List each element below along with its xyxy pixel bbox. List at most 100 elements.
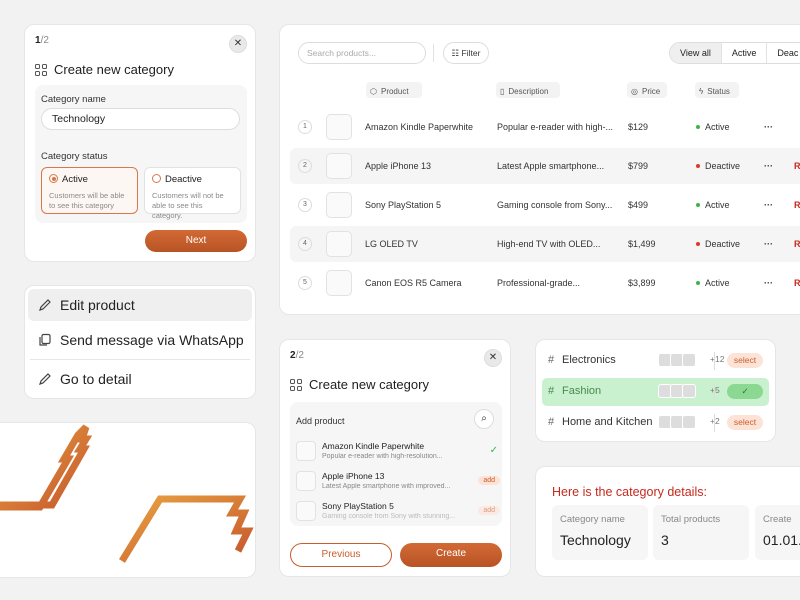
more-actions-icon[interactable]: ··· [764, 148, 773, 184]
status-dot [696, 164, 700, 168]
add-product-panel: Add product ⌕ Amazon Kindle Paperwhite P… [290, 402, 502, 526]
product-name: Amazon Kindle Paperwhite [365, 122, 474, 132]
remove-link[interactable]: Re [794, 226, 800, 262]
category-row-electronics[interactable]: # Electronics +12 select [542, 347, 769, 375]
check-icon: ✓ [489, 445, 498, 456]
detail-created: Create 01.01. [755, 505, 800, 560]
list-item[interactable]: Sony PlayStation 5 Gaming console from S… [296, 498, 502, 526]
more-actions-icon[interactable]: ··· [764, 187, 773, 223]
next-button[interactable]: Next [145, 230, 247, 252]
remove-link[interactable]: Re [794, 265, 800, 301]
radio-icon [152, 174, 161, 183]
form-panel: Category name Technology Category status… [35, 85, 247, 223]
table-row[interactable]: 4 LG OLED TV High-end TV with OLED... $1,49… [290, 226, 800, 262]
decorative-card [0, 422, 256, 578]
product-thumbnails [658, 353, 696, 367]
product-price: $499 [628, 200, 649, 210]
product-price: $1,499 [628, 239, 656, 249]
product-description: Professional-grade... [497, 278, 581, 288]
search-input[interactable]: Search products... [298, 42, 426, 64]
status-badge: Active [696, 265, 730, 301]
add-button[interactable]: add [478, 506, 500, 515]
select-button[interactable]: select [727, 353, 763, 368]
grid-icon [290, 378, 302, 391]
row-number: 4 [298, 237, 312, 251]
product-description: Gaming console from Sony... [497, 200, 613, 210]
close-button[interactable]: ✕ [229, 35, 247, 53]
coins-icon: ◎ [631, 86, 638, 96]
filter-button[interactable]: ☷ Filter [443, 42, 489, 64]
menu-item-edit-product[interactable]: Edit product [28, 289, 252, 321]
create-category-step2-card: 2/2 ✕ Create new category Add product ⌕ … [279, 339, 511, 577]
status-dot [696, 125, 700, 129]
close-button[interactable]: ✕ [484, 349, 502, 367]
dialog-title: Create new category [35, 62, 174, 77]
pencil-icon [39, 299, 51, 311]
status-dot [696, 281, 700, 285]
more-actions-icon[interactable]: ··· [764, 109, 773, 145]
column-header-description-label: ▯ Description [500, 86, 549, 96]
status-dot [696, 203, 700, 207]
product-thumbnails [658, 384, 696, 398]
tab-active[interactable]: Active [720, 43, 767, 63]
hash-icon: # [548, 416, 555, 428]
hash-icon: # [548, 354, 555, 366]
menu-item-send-whatsapp[interactable]: Send message via WhatsApp [28, 324, 252, 356]
hash-icon: # [548, 385, 555, 397]
product-thumbnail [296, 471, 316, 491]
search-icon[interactable]: ⌕ [474, 409, 494, 429]
product-thumbnail [296, 441, 316, 461]
more-actions-icon[interactable]: ··· [764, 226, 773, 262]
more-actions-icon[interactable]: ··· [764, 265, 773, 301]
context-menu: Edit product Send message via WhatsApp G… [24, 285, 256, 399]
selected-check-button[interactable]: ✓ [727, 384, 763, 399]
box-icon: ⬡ [370, 86, 377, 96]
row-number: 5 [298, 276, 312, 290]
product-description: High-end TV with OLED... [497, 239, 601, 249]
category-row-fashion[interactable]: # Fashion +5 ✓ [542, 378, 769, 406]
table-row[interactable]: 2 Apple iPhone 13 Latest Apple smartphone.… [290, 148, 800, 184]
menu-item-go-to-detail[interactable]: Go to detail [28, 363, 252, 395]
status-option-deactive[interactable]: Deactive Customers will not be able to s… [144, 167, 241, 220]
tab-deactive[interactable]: Deac [766, 43, 800, 63]
decorative-lightning-graphic [0, 424, 254, 563]
product-thumbnail [326, 270, 352, 296]
table-row[interactable]: 1 Amazon Kindle Paperwhite Popular e-reade… [290, 109, 800, 145]
table-row[interactable]: 3 Sony PlayStation 5 Gaming console from S… [290, 187, 800, 223]
add-button[interactable]: add [478, 476, 500, 485]
product-thumbnail [296, 501, 316, 521]
view-tabs: View all Active Deac [669, 42, 800, 64]
list-item[interactable]: Apple iPhone 13 Latest Apple smartphone … [296, 468, 502, 496]
status-badge: Deactive [696, 226, 740, 262]
tab-view-all[interactable]: View all [670, 43, 721, 63]
radio-icon [49, 174, 58, 183]
menu-divider [30, 359, 250, 360]
category-name-input[interactable]: Technology [41, 108, 240, 130]
dialog-title: Create new category [290, 377, 429, 392]
category-row-home-kitchen[interactable]: # Home and Kitchen +2 select [542, 409, 769, 437]
product-price: $799 [628, 161, 649, 171]
step-indicator: 1/2 [35, 35, 49, 46]
product-name: Apple iPhone 13 [365, 161, 432, 171]
product-thumbnail [326, 192, 352, 218]
table-row[interactable]: 5 Canon EOS R5 Camera Professional-grade..… [290, 265, 800, 301]
status-badge: Deactive [696, 148, 740, 184]
book-icon: ▯ [500, 86, 505, 96]
status-option-active[interactable]: Active Customers will be able to see thi… [41, 167, 138, 214]
product-thumbnail [326, 231, 352, 257]
previous-button[interactable]: Previous [290, 543, 392, 567]
create-button[interactable]: Create [400, 543, 502, 567]
category-details-card: Here is the category details: Category n… [535, 466, 800, 577]
status-badge: Active [696, 109, 730, 145]
product-name: Canon EOS R5 Camera [365, 278, 462, 288]
product-thumbnail [326, 153, 352, 179]
remove-link[interactable]: Re [794, 148, 800, 184]
remove-link[interactable]: Re [794, 187, 800, 223]
detail-total-products: Total products 3 [653, 505, 749, 560]
status-badge: Active [696, 187, 730, 223]
products-table-card: Search products... ☷ Filter View all Act… [279, 24, 800, 315]
select-button[interactable]: select [727, 415, 763, 430]
list-item[interactable]: Amazon Kindle Paperwhite Popular e-reade… [296, 438, 502, 466]
add-product-label: Add product [296, 416, 345, 426]
grid-icon [35, 63, 47, 76]
